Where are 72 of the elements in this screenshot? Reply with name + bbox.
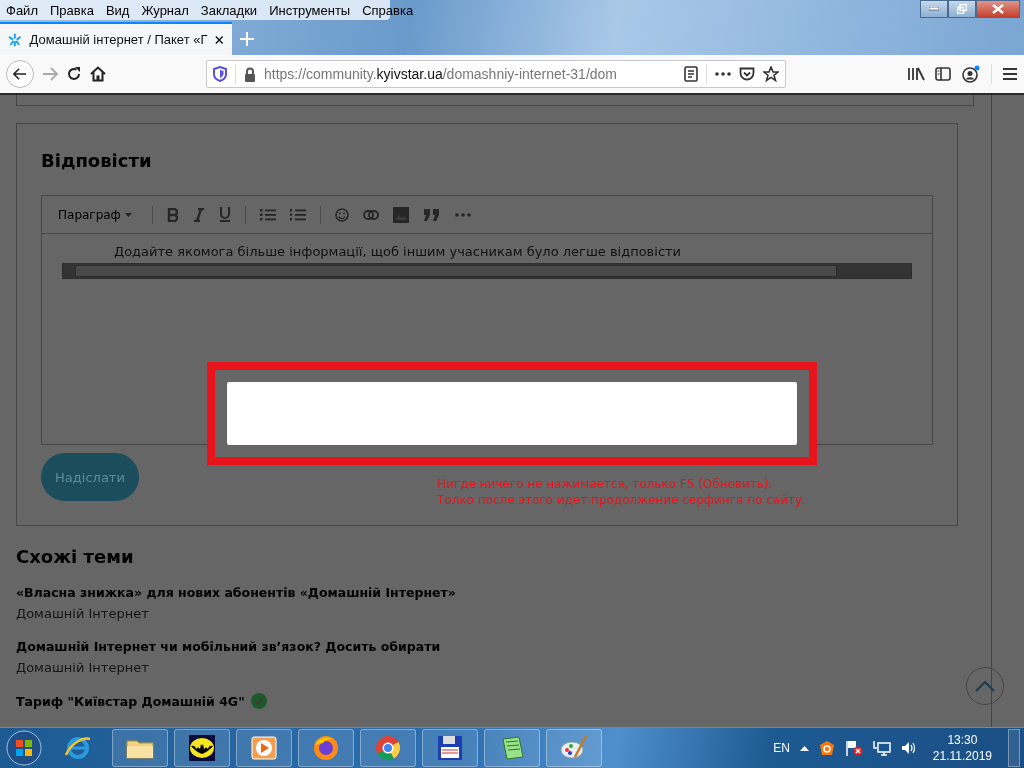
star-icon[interactable] (763, 66, 779, 82)
speaker-icon[interactable] (900, 740, 917, 756)
shield-icon (213, 66, 227, 82)
plus-icon[interactable] (240, 31, 254, 46)
menu-item[interactable]: Вид (99, 2, 136, 18)
annotation-text: Толко после этого идет продолжение серфинга по сайту. (437, 493, 806, 507)
section-heading: Відповісти (41, 150, 153, 171)
underline-icon[interactable] (218, 207, 231, 222)
start-orb-icon[interactable] (6, 730, 42, 766)
restore-button[interactable] (948, 0, 976, 18)
flag-warning-icon[interactable] (844, 740, 863, 756)
close-icon[interactable] (215, 34, 224, 45)
language-indicator[interactable]: EN (773, 741, 790, 755)
clock-time: 13:30 (947, 733, 978, 747)
bullet-list-icon[interactable] (259, 208, 276, 221)
reader-view-icon[interactable] (684, 66, 698, 82)
antivirus-icon[interactable] (818, 740, 835, 756)
more-dots-icon[interactable] (454, 212, 471, 217)
link-icon[interactable] (362, 209, 379, 220)
close-icon (992, 4, 1004, 14)
restore-icon (957, 4, 967, 14)
topic-category: Домашній Інтернет (16, 606, 150, 621)
bold-icon[interactable] (166, 207, 179, 222)
asterisk-logo-icon (8, 31, 22, 48)
chevron-up-icon (975, 680, 995, 692)
menu-item[interactable]: Правка (43, 2, 100, 18)
image-icon[interactable] (392, 206, 409, 223)
topic-category: Домашній Інтернет (16, 660, 150, 675)
firefox-logo-icon[interactable] (311, 733, 341, 763)
media-player-icon[interactable] (249, 733, 279, 763)
italic-icon[interactable] (192, 207, 205, 222)
more-dots-icon[interactable] (715, 72, 731, 76)
pocket-icon[interactable] (739, 67, 755, 81)
address-bar[interactable]: https://community.kyivstar.ua/domashniy-internet-31/dom (206, 60, 786, 88)
menu-item[interactable]: Закладки (194, 2, 264, 18)
topic-link[interactable]: «Власна знижка» для нових абонентів «Домашній Інтернет» (16, 585, 456, 600)
caret-icon (124, 212, 132, 217)
library-icon[interactable] (907, 67, 925, 81)
chrome-logo-icon[interactable] (373, 733, 403, 763)
reload-icon[interactable] (66, 66, 82, 82)
menu-item[interactable]: Инструменты (263, 2, 357, 18)
network-icon[interactable] (872, 740, 891, 756)
menu-item[interactable]: Справка (356, 2, 420, 18)
back-button[interactable] (6, 60, 34, 88)
numbered-list-icon[interactable] (289, 208, 306, 221)
url-text: https://community.kyivstar.ua/domashniy-internet-31/dom (264, 66, 618, 82)
quote-icon[interactable] (422, 207, 441, 222)
menu-item[interactable]: Файл (0, 2, 44, 18)
sidebar-icon[interactable] (935, 67, 951, 81)
minimize-icon (929, 7, 939, 11)
clock[interactable]: 13:30 21.11.2019 (926, 733, 998, 763)
back-arrow-icon (13, 67, 27, 81)
bat-logo-icon[interactable] (187, 733, 217, 763)
account-icon[interactable] (961, 65, 981, 83)
tray-expand-icon[interactable] (799, 745, 809, 751)
topic-link[interactable]: Тариф "Київстар Домашній 4G" (16, 693, 245, 709)
smiley-icon[interactable] (334, 207, 349, 222)
format-dropdown[interactable]: Параграф (52, 206, 138, 223)
close-button[interactable] (976, 0, 1020, 18)
horizontal-scrollbar[interactable] (62, 263, 912, 279)
reply-field[interactable]: Додайте якомога більше інформації, щоб іншим учасникам було легше відповісти (62, 242, 912, 261)
padlock-icon (244, 66, 256, 82)
browser-tab[interactable]: Домашній інтернет / Пакет «Г (0, 22, 232, 55)
annotation-text: Нигде ничего не нажимается, только F5 (Обновить). (437, 477, 774, 491)
home-icon[interactable] (90, 66, 106, 82)
minimize-button[interactable] (920, 0, 948, 18)
tab-title: Домашній інтернет / Пакет «Г (29, 32, 208, 47)
menu-item[interactable]: Журнал (135, 2, 195, 18)
topic-link[interactable]: Домашній Інтернет чи мобільний зв’язок? Досить обирати (16, 639, 441, 654)
menu-icon[interactable] (1002, 67, 1018, 81)
clock-date: 21.11.2019 (932, 749, 992, 763)
section-heading: Схожі теми (16, 546, 135, 567)
